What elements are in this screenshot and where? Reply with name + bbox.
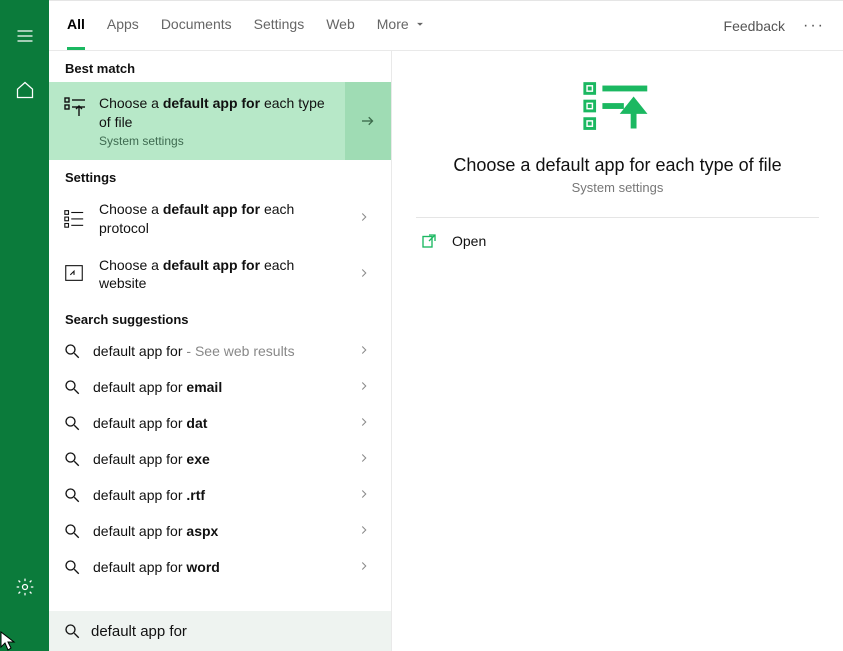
search-icon (63, 342, 81, 360)
chevron-right-icon (357, 559, 371, 576)
search-suggestion[interactable]: default app for .rtf (49, 477, 391, 513)
chevron-right-icon (357, 415, 371, 432)
settings-result-title: Choose a default app for each protocol (99, 200, 345, 238)
chevron-right-icon (357, 379, 371, 396)
best-match-title: Choose a default app for each type of fi… (99, 94, 335, 132)
settings-result-title: Choose a default app for each website (99, 256, 345, 294)
search-icon (63, 378, 81, 396)
suggestion-text: default app for word (93, 559, 345, 575)
expand-preview-button[interactable] (345, 82, 391, 160)
tab-settings[interactable]: Settings (254, 1, 305, 50)
default-apps-website-icon (63, 262, 87, 286)
suggestion-text: default app for exe (93, 451, 345, 467)
section-settings: Settings (49, 160, 391, 191)
best-match-result[interactable]: Choose a default app for each type of fi… (49, 82, 391, 160)
feedback-link[interactable]: Feedback (724, 18, 785, 34)
chevron-right-icon (357, 343, 371, 360)
arrow-right-icon (359, 112, 377, 130)
suggestion-text: default app for dat (93, 415, 345, 431)
search-icon (63, 450, 81, 468)
chevron-down-icon (413, 17, 427, 31)
search-suggestion[interactable]: default app for word (49, 549, 391, 585)
preview-pane: Choose a default app for each type of fi… (392, 51, 843, 651)
default-apps-icon (63, 207, 87, 231)
default-apps-icon (63, 94, 87, 118)
open-label: Open (452, 233, 486, 249)
search-bar (49, 611, 391, 651)
results-pane: Best match (49, 51, 392, 651)
search-icon (63, 622, 81, 640)
home-icon[interactable] (13, 78, 37, 102)
preview-subtitle: System settings (572, 180, 664, 195)
search-topbar: All Apps Documents Settings Web More Fee… (49, 1, 843, 51)
chevron-right-icon (357, 451, 371, 468)
chevron-right-icon (357, 487, 371, 504)
search-window: All Apps Documents Settings Web More Fee… (49, 0, 843, 651)
preview-title: Choose a default app for each type of fi… (453, 155, 781, 176)
section-search-suggestions: Search suggestions (49, 302, 391, 333)
suggestion-text: default app for aspx (93, 523, 345, 539)
gear-icon[interactable] (13, 575, 37, 599)
suggestion-text: default app for email (93, 379, 345, 395)
search-suggestion[interactable]: default app for email (49, 369, 391, 405)
tab-more[interactable]: More (377, 1, 427, 50)
suggestion-text: default app for .rtf (93, 487, 345, 503)
chevron-right-icon (357, 523, 371, 540)
tab-more-label: More (377, 16, 409, 32)
hamburger-icon[interactable] (13, 24, 37, 48)
search-icon (63, 558, 81, 576)
more-options-icon[interactable]: ··· (803, 17, 825, 35)
settings-result[interactable]: Choose a default app for each protocol (49, 191, 391, 247)
search-icon (63, 486, 81, 504)
tab-all[interactable]: All (67, 1, 85, 50)
chevron-right-icon (357, 266, 371, 283)
search-input[interactable] (91, 623, 377, 640)
search-suggestion[interactable]: default app for - See web results (49, 333, 391, 369)
cortana-rail (0, 0, 49, 651)
section-best-match: Best match (49, 51, 391, 82)
settings-result[interactable]: Choose a default app for each website (49, 247, 391, 303)
best-match-subtitle: System settings (99, 134, 335, 148)
tab-apps[interactable]: Apps (107, 1, 139, 50)
search-suggestion[interactable]: default app for dat (49, 405, 391, 441)
search-icon (63, 414, 81, 432)
open-icon (420, 232, 438, 250)
chevron-right-icon (357, 210, 371, 227)
search-suggestion[interactable]: default app for aspx (49, 513, 391, 549)
tab-documents[interactable]: Documents (161, 1, 232, 50)
open-action[interactable]: Open (416, 218, 819, 264)
search-suggestion[interactable]: default app for exe (49, 441, 391, 477)
search-icon (63, 522, 81, 540)
suggestion-text: default app for - See web results (93, 343, 345, 359)
default-apps-hero-icon (579, 79, 657, 135)
tab-web[interactable]: Web (326, 1, 355, 50)
